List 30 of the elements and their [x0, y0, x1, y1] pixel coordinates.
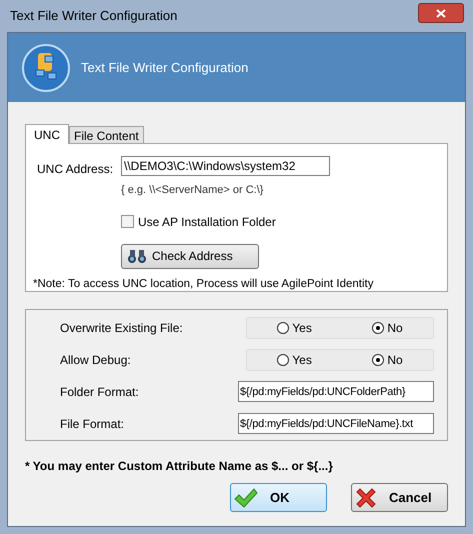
unc-address-label: UNC Address: — [36, 161, 114, 178]
checkmark-icon — [234, 488, 258, 508]
note-text: *Note: To access UNC location, Process will use AgilePoint Identity — [33, 276, 374, 292]
format-field[interactable]: ${/pd:myFields/pd:UNCFileName}.txt — [238, 413, 434, 434]
option-label: File Format: — [60, 416, 124, 432]
check-address-button[interactable]: Check Address — [121, 244, 259, 268]
workflow-icon — [21, 42, 71, 92]
header-title: Text File Writer Configuration — [81, 58, 248, 77]
radio-option[interactable]: Yes — [277, 318, 312, 336]
radio-option[interactable]: No — [372, 350, 403, 368]
close-button[interactable] — [418, 3, 464, 23]
option-label: Allow Debug: — [60, 352, 131, 368]
cancel-button[interactable]: Cancel — [351, 483, 448, 512]
window-title: Text File Writer Configuration — [10, 7, 178, 26]
radio-option[interactable]: Yes — [277, 350, 312, 368]
footnote-text: * You may enter Custom Attribute Name as $... or ${...} — [25, 458, 334, 475]
radio-option[interactable]: No — [372, 318, 403, 336]
ok-button[interactable]: OK — [230, 483, 327, 512]
binoculars-icon — [127, 248, 147, 264]
tab[interactable]: UNC — [25, 124, 69, 144]
unc-address-field[interactable]: \\DEMO3\C:\Windows\system32 — [121, 156, 330, 176]
close-icon — [355, 486, 377, 508]
tab[interactable]: File Content — [69, 126, 144, 143]
option-label: Folder Format: — [60, 384, 139, 400]
checkbox-label: Use AP Installation Folder — [138, 214, 276, 230]
format-field[interactable]: ${/pd:myFields/pd:UNCFolderPath} — [238, 381, 434, 402]
checkbox[interactable] — [121, 215, 134, 228]
close-icon — [436, 8, 446, 18]
option-label: Overwrite Existing File: — [60, 320, 183, 336]
hint-text: { e.g. \\<ServerName> or C:\} — [121, 183, 264, 198]
